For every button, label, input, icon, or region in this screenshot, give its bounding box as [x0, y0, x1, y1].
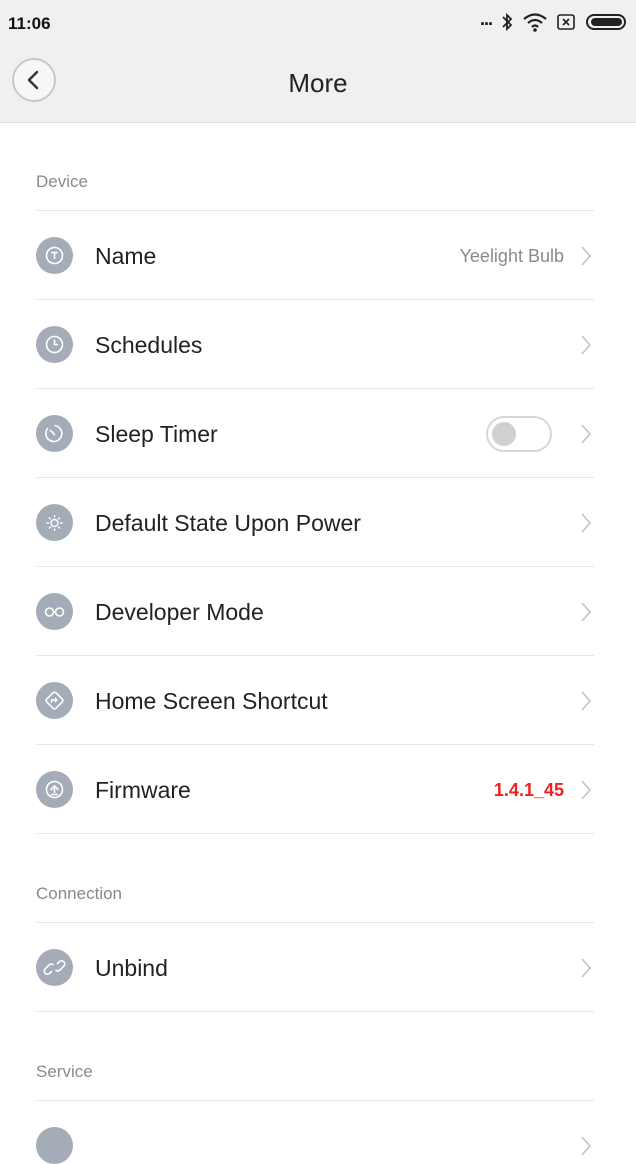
chevron-right-icon	[581, 335, 592, 355]
section-title: Device	[36, 172, 88, 191]
more-dots-icon: ...	[479, 8, 493, 29]
firmware-upgrade-icon	[36, 771, 73, 808]
header: More	[0, 44, 636, 123]
row-schedules[interactable]: Schedules	[36, 300, 594, 389]
row-name[interactable]: Name Yeelight Bulb	[36, 211, 594, 300]
clock-icon	[36, 326, 73, 363]
row-default-state[interactable]: Default State Upon Power	[36, 478, 594, 567]
row-label: Name	[95, 243, 157, 269]
chevron-right-icon	[581, 246, 592, 266]
chevron-right-icon	[581, 958, 592, 978]
settings-list: Device Name Yeelight Bulb Schedules Slee…	[0, 123, 636, 1164]
row-label: Firmware	[95, 777, 191, 803]
row-developer-mode[interactable]: Developer Mode	[36, 567, 594, 656]
link-icon	[36, 949, 73, 986]
row-sleep-timer[interactable]: Sleep Timer	[36, 389, 594, 478]
timer-icon	[36, 415, 73, 452]
status-time: 11:06	[8, 14, 51, 33]
toggle-knob	[492, 422, 516, 446]
section-header-connection: Connection	[36, 834, 594, 923]
chevron-right-icon	[581, 602, 592, 622]
row-label: Unbind	[95, 955, 168, 981]
section-title: Connection	[36, 884, 123, 903]
section-title: Service	[36, 1062, 93, 1081]
name-icon	[36, 237, 73, 274]
chevron-right-icon	[581, 1136, 592, 1156]
device-name-value: Yeelight Bulb	[459, 246, 564, 266]
row-label: Sleep Timer	[95, 421, 218, 447]
chevron-right-icon	[581, 513, 592, 533]
section-header-service: Service	[36, 1012, 594, 1101]
section-header-device: Device	[36, 123, 594, 211]
row-firmware[interactable]: Firmware 1.4.1_45	[36, 745, 594, 834]
row-label: Default State Upon Power	[95, 510, 361, 536]
chevron-right-icon	[581, 424, 592, 444]
firmware-version-value: 1.4.1_45	[493, 780, 564, 800]
row-label: Schedules	[95, 332, 203, 358]
page-title: More	[288, 68, 348, 98]
chevron-right-icon	[581, 780, 592, 800]
row-home-screen-shortcut[interactable]: Home Screen Shortcut	[36, 656, 594, 745]
row-service-partial[interactable]	[36, 1101, 594, 1164]
wifi-icon	[522, 11, 548, 33]
status-bar: 11:06 ...	[0, 0, 636, 44]
shortcut-icon	[36, 682, 73, 719]
power-state-icon	[36, 504, 73, 541]
row-label: Home Screen Shortcut	[95, 688, 328, 714]
bluetooth-icon	[500, 11, 514, 33]
sleep-timer-toggle[interactable]	[486, 416, 552, 452]
chevron-right-icon	[581, 691, 592, 711]
battery-icon	[584, 12, 628, 32]
row-unbind[interactable]: Unbind	[36, 923, 594, 1012]
status-icons: ...	[479, 8, 628, 34]
row-label: Developer Mode	[95, 599, 264, 625]
glasses-icon	[36, 593, 73, 630]
no-sim-icon	[556, 12, 576, 32]
service-icon	[36, 1127, 73, 1164]
